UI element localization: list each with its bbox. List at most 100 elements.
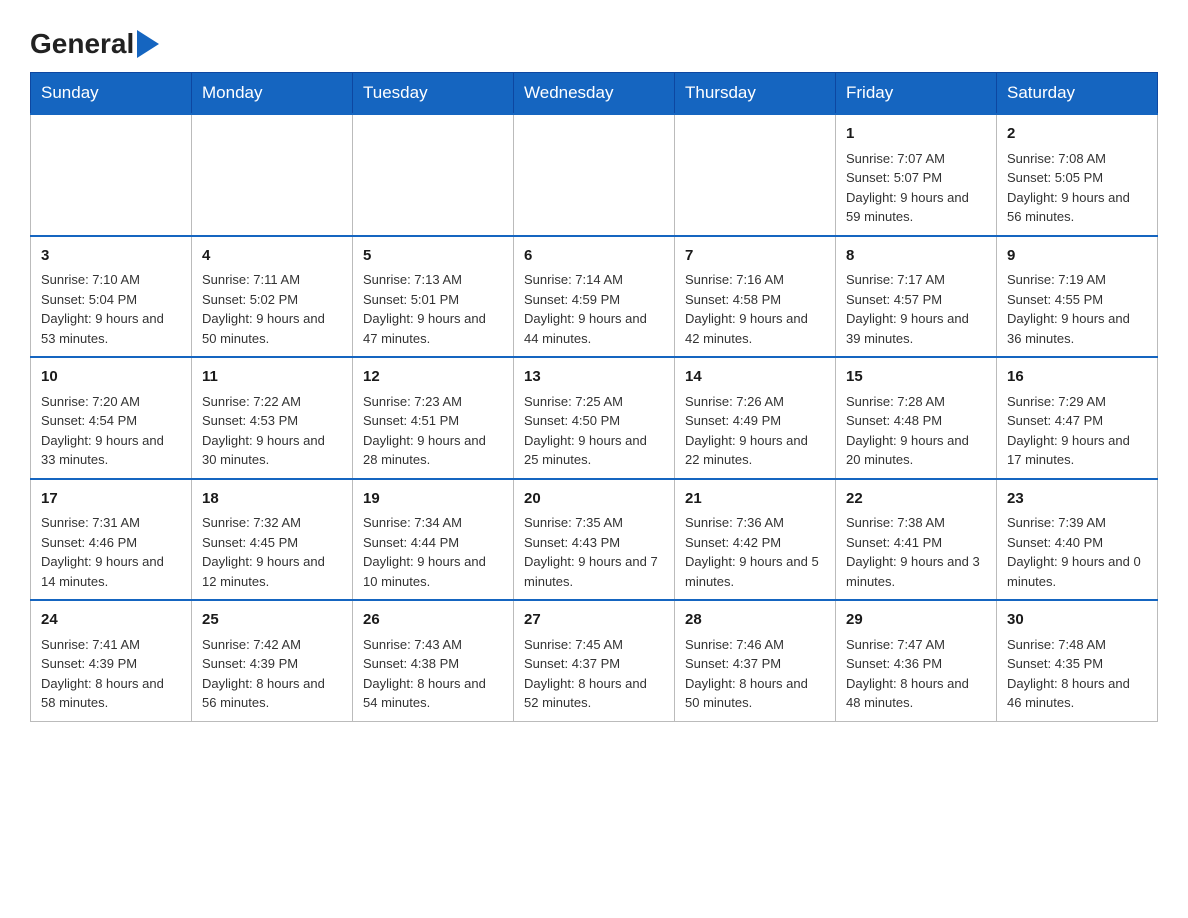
page-header: General xyxy=(30,20,1158,56)
day-info: Sunset: 4:51 PM xyxy=(363,411,503,431)
day-info: Sunrise: 7:42 AM xyxy=(202,635,342,655)
day-info: Daylight: 9 hours and 14 minutes. xyxy=(41,552,181,591)
day-number: 7 xyxy=(685,245,825,268)
day-info: Daylight: 9 hours and 17 minutes. xyxy=(1007,431,1147,470)
day-info: Daylight: 9 hours and 5 minutes. xyxy=(685,552,825,591)
day-number: 2 xyxy=(1007,123,1147,146)
day-info: Sunset: 4:54 PM xyxy=(41,411,181,431)
weekday-header-row: SundayMondayTuesdayWednesdayThursdayFrid… xyxy=(31,73,1158,115)
day-info: Daylight: 9 hours and 28 minutes. xyxy=(363,431,503,470)
day-info: Sunrise: 7:32 AM xyxy=(202,513,342,533)
day-info: Daylight: 9 hours and 53 minutes. xyxy=(41,309,181,348)
calendar-cell: 25Sunrise: 7:42 AMSunset: 4:39 PMDayligh… xyxy=(192,600,353,721)
day-number: 17 xyxy=(41,488,181,511)
calendar-cell: 8Sunrise: 7:17 AMSunset: 4:57 PMDaylight… xyxy=(836,236,997,358)
day-info: Sunrise: 7:08 AM xyxy=(1007,149,1147,169)
calendar-header: SundayMondayTuesdayWednesdayThursdayFrid… xyxy=(31,73,1158,115)
day-info: Daylight: 9 hours and 3 minutes. xyxy=(846,552,986,591)
calendar-week-row: 24Sunrise: 7:41 AMSunset: 4:39 PMDayligh… xyxy=(31,600,1158,721)
day-info: Sunrise: 7:48 AM xyxy=(1007,635,1147,655)
day-info: Daylight: 9 hours and 36 minutes. xyxy=(1007,309,1147,348)
weekday-header-wednesday: Wednesday xyxy=(514,73,675,115)
day-info: Sunset: 4:48 PM xyxy=(846,411,986,431)
calendar-cell: 6Sunrise: 7:14 AMSunset: 4:59 PMDaylight… xyxy=(514,236,675,358)
calendar-cell: 12Sunrise: 7:23 AMSunset: 4:51 PMDayligh… xyxy=(353,357,514,479)
calendar-cell: 2Sunrise: 7:08 AMSunset: 5:05 PMDaylight… xyxy=(997,114,1158,236)
calendar-cell xyxy=(192,114,353,236)
day-info: Daylight: 9 hours and 30 minutes. xyxy=(202,431,342,470)
day-number: 29 xyxy=(846,609,986,632)
weekday-header-thursday: Thursday xyxy=(675,73,836,115)
weekday-header-monday: Monday xyxy=(192,73,353,115)
calendar-table: SundayMondayTuesdayWednesdayThursdayFrid… xyxy=(30,72,1158,722)
day-info: Sunrise: 7:39 AM xyxy=(1007,513,1147,533)
day-info: Sunset: 4:41 PM xyxy=(846,533,986,553)
calendar-cell: 15Sunrise: 7:28 AMSunset: 4:48 PMDayligh… xyxy=(836,357,997,479)
day-info: Sunset: 4:59 PM xyxy=(524,290,664,310)
day-info: Daylight: 9 hours and 47 minutes. xyxy=(363,309,503,348)
day-info: Sunset: 4:58 PM xyxy=(685,290,825,310)
day-info: Sunset: 4:50 PM xyxy=(524,411,664,431)
day-number: 26 xyxy=(363,609,503,632)
day-info: Sunrise: 7:41 AM xyxy=(41,635,181,655)
calendar-week-row: 17Sunrise: 7:31 AMSunset: 4:46 PMDayligh… xyxy=(31,479,1158,601)
day-info: Sunrise: 7:46 AM xyxy=(685,635,825,655)
day-info: Sunrise: 7:17 AM xyxy=(846,270,986,290)
day-info: Sunset: 5:07 PM xyxy=(846,168,986,188)
day-info: Daylight: 9 hours and 22 minutes. xyxy=(685,431,825,470)
calendar-cell: 1Sunrise: 7:07 AMSunset: 5:07 PMDaylight… xyxy=(836,114,997,236)
day-info: Sunset: 5:01 PM xyxy=(363,290,503,310)
day-info: Sunrise: 7:43 AM xyxy=(363,635,503,655)
day-info: Sunrise: 7:13 AM xyxy=(363,270,503,290)
day-number: 13 xyxy=(524,366,664,389)
calendar-cell xyxy=(31,114,192,236)
day-number: 10 xyxy=(41,366,181,389)
logo-general-text: General xyxy=(30,28,134,60)
day-number: 15 xyxy=(846,366,986,389)
day-info: Sunrise: 7:45 AM xyxy=(524,635,664,655)
day-info: Sunrise: 7:29 AM xyxy=(1007,392,1147,412)
calendar-week-row: 10Sunrise: 7:20 AMSunset: 4:54 PMDayligh… xyxy=(31,357,1158,479)
calendar-body: 1Sunrise: 7:07 AMSunset: 5:07 PMDaylight… xyxy=(31,114,1158,721)
day-info: Sunset: 5:02 PM xyxy=(202,290,342,310)
day-info: Daylight: 9 hours and 50 minutes. xyxy=(202,309,342,348)
day-info: Sunrise: 7:16 AM xyxy=(685,270,825,290)
weekday-header-tuesday: Tuesday xyxy=(353,73,514,115)
day-info: Sunset: 4:46 PM xyxy=(41,533,181,553)
day-info: Sunset: 4:57 PM xyxy=(846,290,986,310)
day-info: Daylight: 9 hours and 33 minutes. xyxy=(41,431,181,470)
day-info: Daylight: 9 hours and 7 minutes. xyxy=(524,552,664,591)
day-number: 22 xyxy=(846,488,986,511)
calendar-cell: 7Sunrise: 7:16 AMSunset: 4:58 PMDaylight… xyxy=(675,236,836,358)
day-info: Sunrise: 7:47 AM xyxy=(846,635,986,655)
day-number: 30 xyxy=(1007,609,1147,632)
calendar-cell xyxy=(514,114,675,236)
day-info: Sunset: 4:42 PM xyxy=(685,533,825,553)
day-number: 11 xyxy=(202,366,342,389)
day-number: 27 xyxy=(524,609,664,632)
day-info: Sunrise: 7:31 AM xyxy=(41,513,181,533)
day-info: Sunset: 4:53 PM xyxy=(202,411,342,431)
day-info: Sunrise: 7:19 AM xyxy=(1007,270,1147,290)
day-info: Sunset: 4:55 PM xyxy=(1007,290,1147,310)
day-info: Sunset: 4:37 PM xyxy=(685,654,825,674)
day-info: Sunrise: 7:11 AM xyxy=(202,270,342,290)
day-info: Sunrise: 7:35 AM xyxy=(524,513,664,533)
calendar-cell: 16Sunrise: 7:29 AMSunset: 4:47 PMDayligh… xyxy=(997,357,1158,479)
calendar-week-row: 1Sunrise: 7:07 AMSunset: 5:07 PMDaylight… xyxy=(31,114,1158,236)
calendar-cell: 22Sunrise: 7:38 AMSunset: 4:41 PMDayligh… xyxy=(836,479,997,601)
calendar-cell: 26Sunrise: 7:43 AMSunset: 4:38 PMDayligh… xyxy=(353,600,514,721)
day-info: Sunset: 4:44 PM xyxy=(363,533,503,553)
day-info: Sunset: 4:49 PM xyxy=(685,411,825,431)
calendar-cell: 20Sunrise: 7:35 AMSunset: 4:43 PMDayligh… xyxy=(514,479,675,601)
day-info: Sunrise: 7:34 AM xyxy=(363,513,503,533)
day-number: 19 xyxy=(363,488,503,511)
day-number: 6 xyxy=(524,245,664,268)
day-info: Daylight: 8 hours and 48 minutes. xyxy=(846,674,986,713)
day-info: Daylight: 9 hours and 42 minutes. xyxy=(685,309,825,348)
day-info: Sunrise: 7:10 AM xyxy=(41,270,181,290)
calendar-cell: 9Sunrise: 7:19 AMSunset: 4:55 PMDaylight… xyxy=(997,236,1158,358)
day-info: Daylight: 8 hours and 50 minutes. xyxy=(685,674,825,713)
day-info: Daylight: 9 hours and 39 minutes. xyxy=(846,309,986,348)
day-info: Daylight: 8 hours and 46 minutes. xyxy=(1007,674,1147,713)
